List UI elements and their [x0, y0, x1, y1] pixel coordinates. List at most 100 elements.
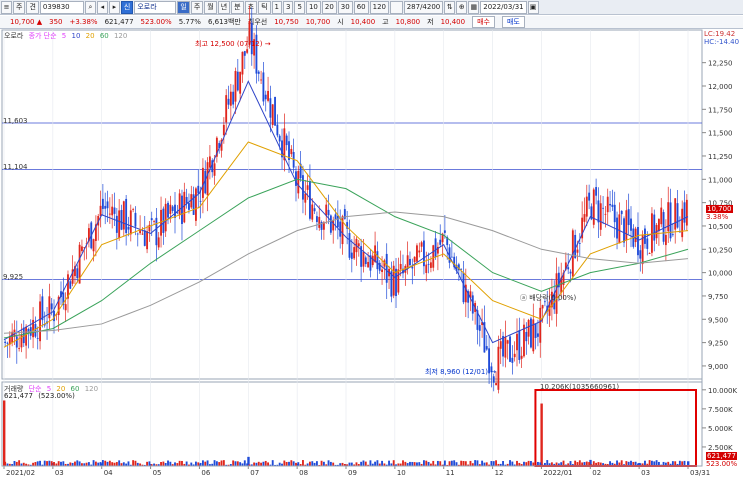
- candle-body: [4, 341, 7, 343]
- candle-body: [171, 206, 174, 211]
- volume-mini-bar: [495, 460, 497, 466]
- candle-body: [36, 337, 39, 339]
- candle-body: [229, 91, 232, 106]
- low-annotation: 최저 8,960 (12/01) →: [425, 368, 497, 376]
- volume-mini-bar: [311, 461, 314, 466]
- volume-mini-bar: [234, 461, 237, 466]
- volume-value-legend: 621,477 (523.00%): [4, 392, 78, 400]
- candle-body: [662, 212, 665, 242]
- volume-mini-bar: [474, 460, 477, 466]
- price-tick-label: 9,500: [708, 316, 728, 324]
- volume-mini-bar: [309, 461, 311, 466]
- candle-body: [132, 209, 135, 210]
- volume-mini-bar: [267, 462, 269, 466]
- candle-body: [511, 357, 514, 363]
- candle-body: [685, 199, 688, 226]
- volume-mini-bar: [62, 461, 65, 466]
- candle-body: [6, 342, 9, 344]
- legend-ma120: 120: [113, 32, 128, 40]
- hline-label-2: 11,104: [3, 163, 28, 171]
- volume-mini-bar: [462, 460, 465, 466]
- volume-mini-bar: [13, 460, 16, 466]
- candle-body: [155, 217, 158, 246]
- x-tick-label: 02: [592, 469, 601, 477]
- price-legend: 오로라 종가 단순 5 10 20 60 120: [4, 31, 130, 41]
- candle-body: [439, 239, 442, 245]
- volume-mini-bar: [48, 460, 51, 466]
- volume-mini-bar: [148, 461, 151, 466]
- x-tick-label: 2021/02: [6, 469, 35, 477]
- volume-mini-bar: [302, 460, 304, 466]
- candle-body: [618, 214, 621, 244]
- candle-body: [334, 214, 337, 220]
- candle-body: [232, 91, 235, 105]
- price-tick-label: 9,250: [708, 340, 728, 348]
- volume-mini-bar: [388, 460, 390, 466]
- candle-body: [188, 203, 190, 210]
- candle-body: [502, 336, 504, 357]
- price-tick-label: 12,000: [708, 83, 733, 91]
- candle-body: [492, 376, 495, 383]
- stock-chart[interactable]: 9,000 9,250 9,500 9,750 10,000 10,250 10,500 10…: [0, 0, 743, 477]
- volume-mini-bar: [460, 460, 463, 466]
- candle-body: [348, 233, 351, 258]
- hc-label: HC:-14.40: [704, 38, 740, 46]
- candle-body: [267, 90, 269, 101]
- candle-body: [627, 209, 630, 226]
- candle-body: [164, 203, 167, 232]
- volume-mini-bar: [201, 460, 204, 466]
- candle-body: [513, 353, 516, 358]
- candle-body: [285, 135, 288, 146]
- volume-mini-bar: [236, 461, 239, 466]
- candle-body: [630, 218, 632, 231]
- candle-body: [208, 156, 211, 168]
- volume-mini-bar: [476, 460, 479, 466]
- candle-body: [76, 268, 79, 279]
- volume-bar: [3, 400, 6, 466]
- candle-body: [34, 324, 37, 337]
- candle-body: [485, 346, 488, 350]
- volume-mini-bar: [516, 460, 518, 466]
- candle-body: [478, 325, 481, 331]
- candle-body: [648, 253, 651, 254]
- volume-mini-bar: [220, 460, 223, 466]
- current-price-tag: 10,700: [706, 205, 733, 213]
- candle-body: [583, 214, 586, 222]
- hline-label-3: 9,925: [3, 273, 24, 281]
- candle-body: [18, 348, 21, 349]
- candle-body: [64, 304, 67, 311]
- candle-body: [336, 215, 339, 228]
- candle-body: [609, 203, 611, 206]
- candle-body: [495, 383, 497, 386]
- candle-body: [120, 209, 123, 230]
- candle-body: [92, 239, 95, 252]
- volume-mini-bar: [490, 461, 493, 466]
- candle-body: [653, 214, 656, 241]
- candle-body: [276, 124, 279, 136]
- legend-ma10: 10: [71, 32, 81, 40]
- candle-body: [613, 204, 616, 223]
- candle-body: [206, 162, 209, 196]
- candle-body: [539, 307, 542, 343]
- volume-mini-bar: [502, 461, 504, 466]
- legend-ma-prefix: 종가 단순: [28, 32, 57, 40]
- candle-body: [195, 188, 197, 221]
- candle-body: [357, 243, 360, 247]
- volume-mini-bar: [53, 461, 55, 466]
- candle-body: [134, 212, 137, 227]
- candle-body: [108, 213, 111, 215]
- candle-body: [676, 203, 679, 228]
- volume-mini-bar: [322, 461, 325, 466]
- volume-legend-pct: (523.00%): [38, 392, 75, 400]
- candle-body: [278, 135, 281, 142]
- candle-body: [588, 192, 591, 201]
- candle-body: [506, 340, 509, 344]
- candle-body: [674, 198, 677, 230]
- candle-body: [146, 231, 149, 250]
- candle-body: [239, 71, 242, 94]
- candle-body: [118, 210, 121, 239]
- candle-body: [339, 221, 342, 237]
- volume-mini-bar: [101, 460, 104, 466]
- volume-mini-bar: [60, 461, 62, 466]
- x-tick-label: 09: [348, 469, 357, 477]
